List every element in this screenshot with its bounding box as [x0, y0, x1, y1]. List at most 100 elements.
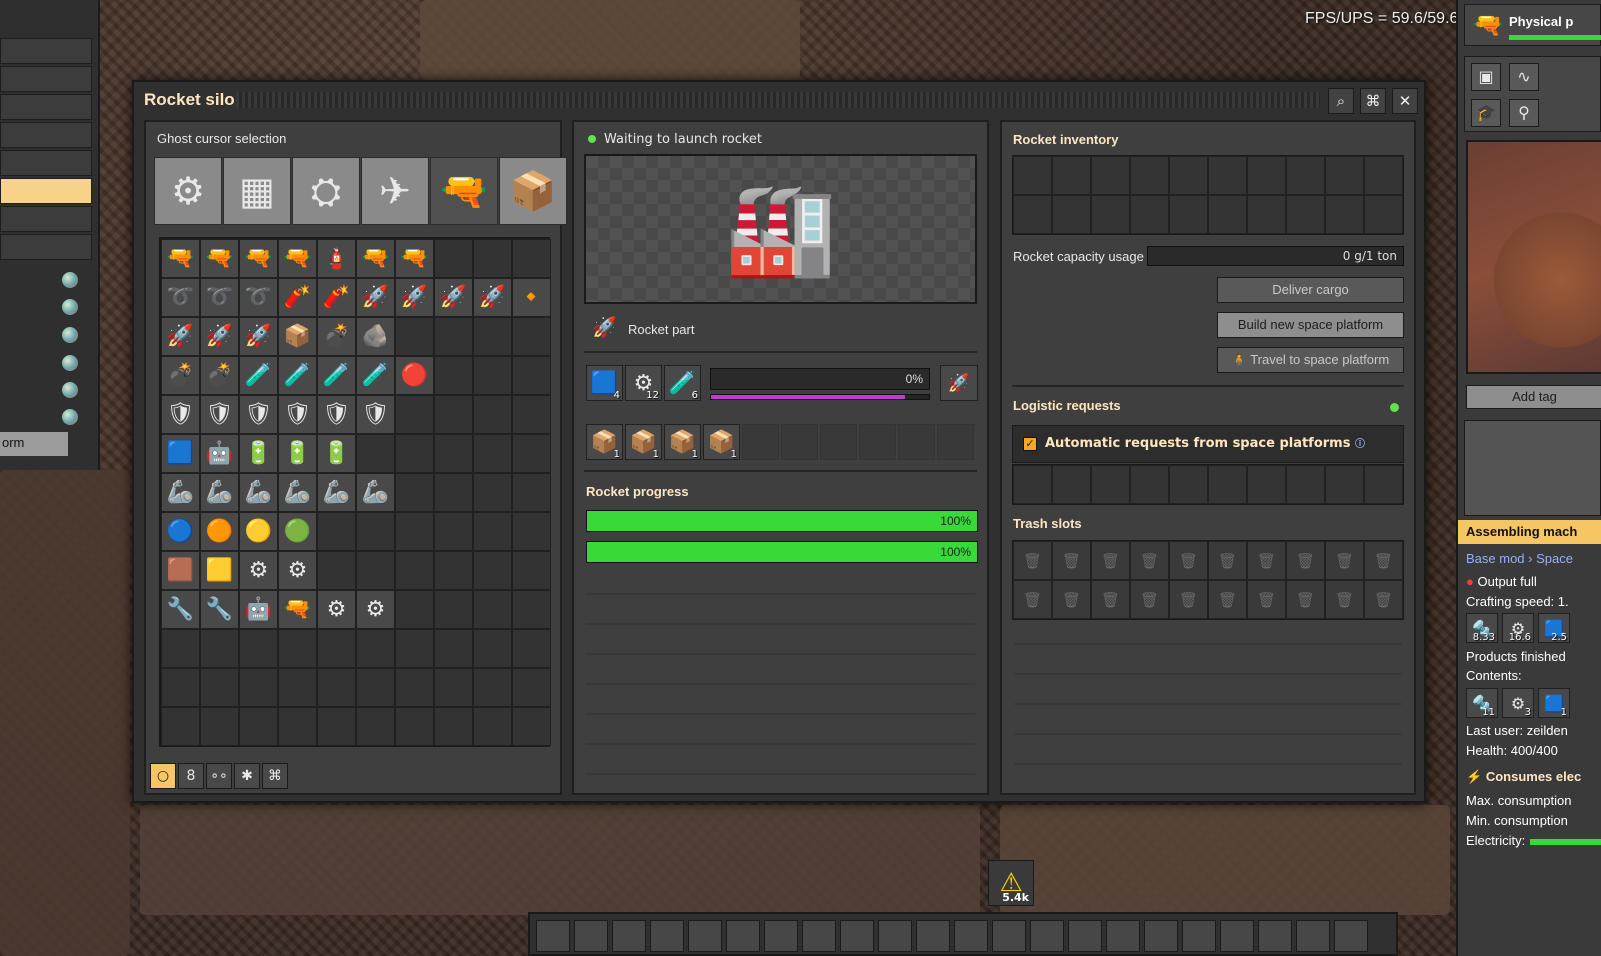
request-slot[interactable]	[1013, 465, 1052, 504]
item-slot[interactable]: 💣	[200, 356, 239, 395]
quickbar-slot[interactable]	[954, 920, 988, 952]
empty-slot[interactable]	[512, 590, 551, 629]
empty-slot[interactable]	[512, 317, 551, 356]
empty-slot[interactable]	[395, 434, 434, 473]
empty-slot[interactable]	[317, 512, 356, 551]
empty-slot[interactable]	[434, 512, 473, 551]
search-button[interactable]: ⌕	[1328, 88, 1354, 114]
empty-slot[interactable]	[434, 551, 473, 590]
list-item-selected[interactable]	[0, 178, 92, 204]
trash-slot[interactable]: 🗑	[1247, 541, 1286, 580]
entity-preview[interactable]: 🏭	[584, 154, 977, 304]
request-slot[interactable]	[1130, 465, 1169, 504]
quickbar-slot[interactable]	[1030, 920, 1064, 952]
empty-slot[interactable]	[317, 551, 356, 590]
empty-slot[interactable]	[473, 668, 512, 707]
category-tab[interactable]: ⚙	[154, 157, 222, 225]
item-slot[interactable]: 🤖	[200, 434, 239, 473]
item-slot[interactable]: 🛡	[278, 395, 317, 434]
item-slot[interactable]: 🔧	[200, 590, 239, 629]
trash-slot[interactable]: 🗑	[1325, 580, 1364, 619]
request-slot[interactable]	[1052, 465, 1091, 504]
trash-slot[interactable]: 🗑	[1130, 580, 1169, 619]
item-slot[interactable]: 🛡	[239, 395, 278, 434]
inventory-slot[interactable]	[1247, 156, 1286, 195]
empty-slot[interactable]	[278, 707, 317, 746]
quickbar-slot[interactable]	[574, 920, 608, 952]
list-item[interactable]	[0, 66, 92, 92]
empty-slot[interactable]	[395, 629, 434, 668]
item-slot[interactable]: 🔫	[356, 239, 395, 278]
quickbar-slot[interactable]	[1182, 920, 1216, 952]
quickbar-slot[interactable]	[650, 920, 684, 952]
empty-slot[interactable]	[473, 356, 512, 395]
empty-slot[interactable]	[395, 707, 434, 746]
auto-requests-checkbox[interactable]: ✓	[1023, 436, 1037, 451]
empty-slot[interactable]	[434, 590, 473, 629]
empty-module-slot[interactable]	[820, 424, 857, 460]
item-slot[interactable]: 🚀	[239, 317, 278, 356]
empty-slot[interactable]	[278, 629, 317, 668]
item-slot[interactable]: 🛡	[317, 395, 356, 434]
quickbar-slot[interactable]	[612, 920, 646, 952]
request-slot[interactable]	[1325, 465, 1364, 504]
request-slot[interactable]	[1286, 465, 1325, 504]
empty-slot[interactable]	[356, 434, 395, 473]
quality-filter-button[interactable]: ∘∘	[206, 763, 232, 789]
quickbar-slot[interactable]	[916, 920, 950, 952]
item-slot[interactable]: 🦾	[200, 473, 239, 512]
empty-slot[interactable]	[512, 434, 551, 473]
trash-slot[interactable]: 🗑	[1130, 541, 1169, 580]
empty-slot[interactable]	[434, 668, 473, 707]
empty-slot[interactable]	[200, 707, 239, 746]
title-bar[interactable]: Rocket silo ⌕ ⌘ ✕	[134, 82, 1424, 118]
inventory-slot[interactable]	[1208, 156, 1247, 195]
inventory-slot[interactable]	[1169, 156, 1208, 195]
category-tab[interactable]: ✈	[361, 157, 429, 225]
list-item[interactable]	[0, 234, 92, 260]
item-slot[interactable]: 💣	[161, 356, 200, 395]
trash-slot[interactable]: 🗑	[1364, 541, 1403, 580]
request-slot[interactable]	[1247, 465, 1286, 504]
build-space-platform-button[interactable]: Build new space platform	[1217, 312, 1404, 338]
empty-slot[interactable]	[473, 707, 512, 746]
empty-slot[interactable]	[434, 473, 473, 512]
quickbar-slot[interactable]	[840, 920, 874, 952]
quality-filter-button[interactable]: ✱	[234, 763, 260, 789]
trash-slot[interactable]: 🗑	[1169, 541, 1208, 580]
item-slot[interactable]: 🧪	[317, 356, 356, 395]
empty-module-slot[interactable]	[937, 424, 974, 460]
empty-slot[interactable]	[434, 356, 473, 395]
empty-slot[interactable]	[239, 668, 278, 707]
empty-slot[interactable]	[434, 239, 473, 278]
module-slot[interactable]: 📦 1	[586, 424, 623, 460]
item-slot[interactable]: 🔫	[161, 239, 200, 278]
item-slot[interactable]: 🦾	[239, 473, 278, 512]
empty-slot[interactable]	[395, 317, 434, 356]
item-slot[interactable]: ⚙	[317, 590, 356, 629]
item-slot[interactable]: ➰	[200, 278, 239, 317]
travel-space-platform-button[interactable]: 🧍 Travel to space platform	[1217, 347, 1404, 373]
add-tag-button[interactable]: Add tag	[1466, 385, 1601, 409]
empty-slot[interactable]	[512, 473, 551, 512]
quality-filter-button[interactable]: 8	[178, 763, 204, 789]
empty-slot[interactable]	[512, 356, 551, 395]
list-item[interactable]	[0, 150, 92, 176]
item-slot[interactable]: ⚙	[356, 590, 395, 629]
module-slot[interactable]: 📦 1	[625, 424, 662, 460]
item-slot[interactable]: 🔸	[512, 278, 551, 317]
item-slot[interactable]: 🦾	[356, 473, 395, 512]
quality-filter-button[interactable]: ⌘	[262, 763, 288, 789]
empty-slot[interactable]	[278, 668, 317, 707]
item-slot[interactable]: 🧯	[317, 239, 356, 278]
request-slot[interactable]	[1208, 465, 1247, 504]
inventory-slot[interactable]	[1052, 156, 1091, 195]
empty-slot[interactable]	[512, 395, 551, 434]
inventory-slot[interactable]	[1052, 195, 1091, 234]
empty-slot[interactable]	[512, 707, 551, 746]
quickbar-slot[interactable]	[992, 920, 1026, 952]
empty-module-slot[interactable]	[781, 424, 818, 460]
close-button[interactable]: ✕	[1392, 88, 1418, 114]
item-slot[interactable]: 🦾	[317, 473, 356, 512]
inventory-slot[interactable]	[1247, 195, 1286, 234]
